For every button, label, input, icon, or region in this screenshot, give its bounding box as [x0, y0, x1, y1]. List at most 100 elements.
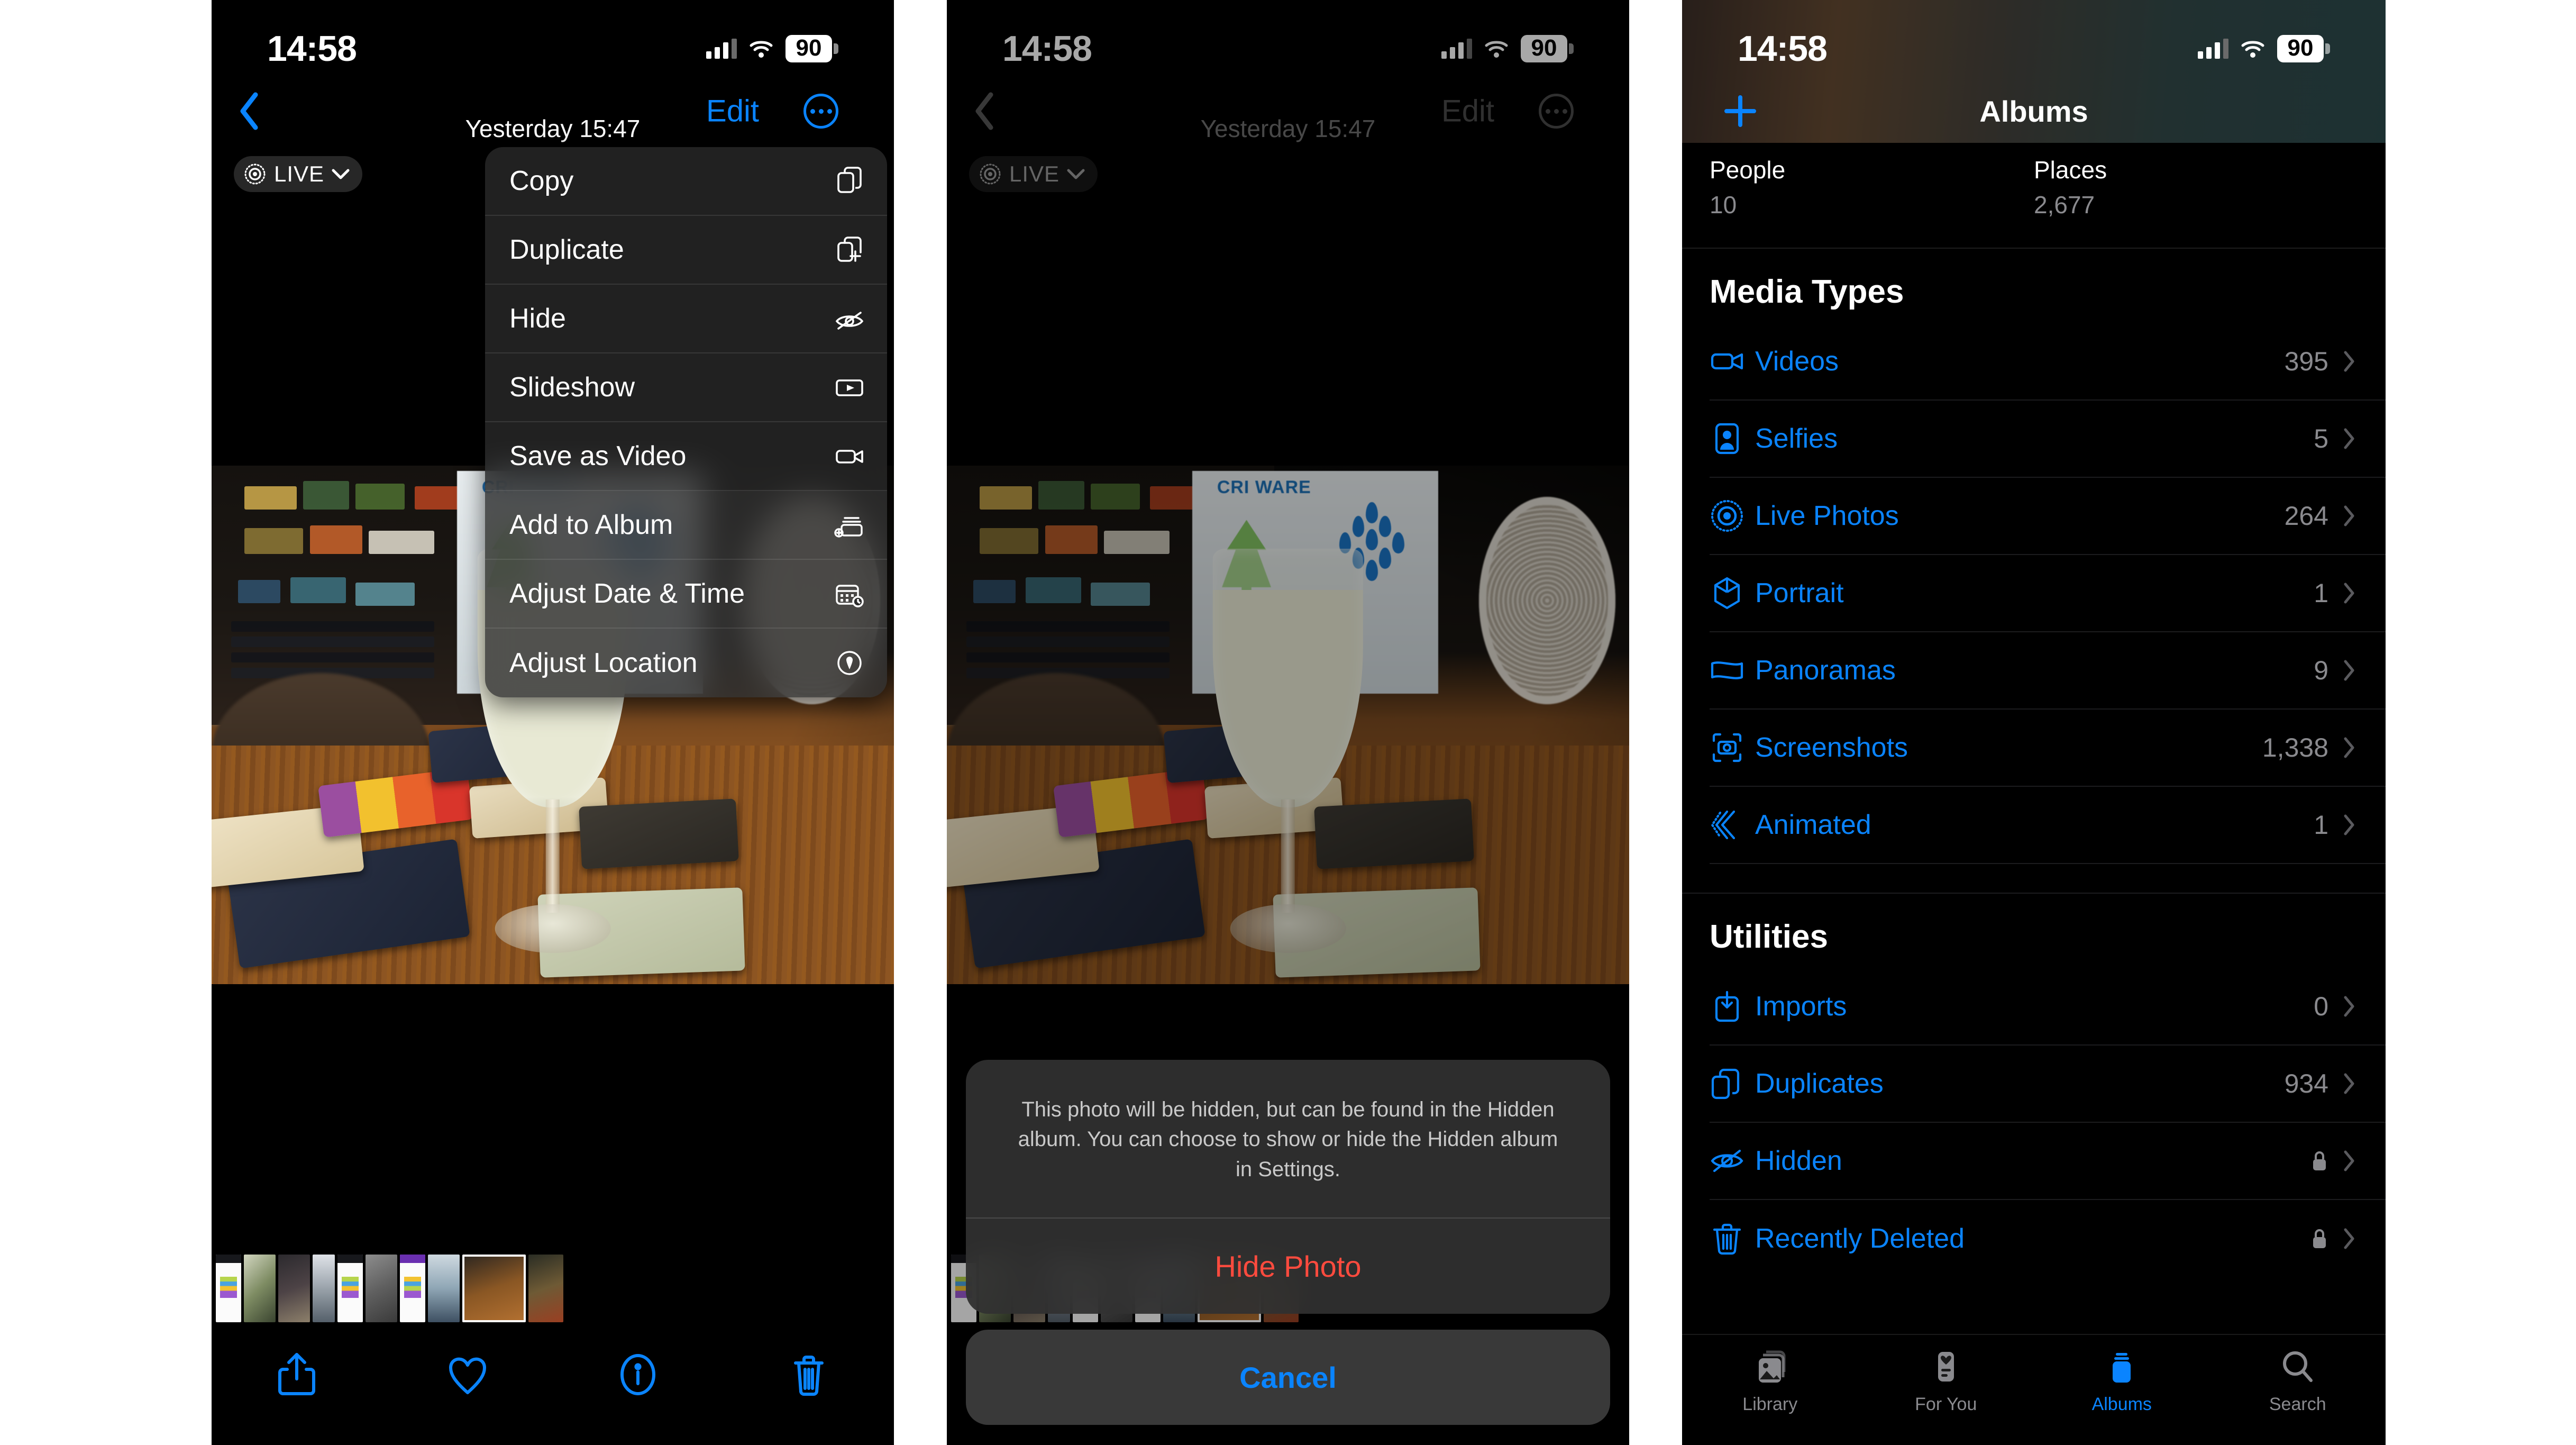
battery-level: 90: [2277, 34, 2324, 63]
phone-panel-photo-context-menu: CRI WARE: [212, 0, 894, 1445]
for-you-icon: [1926, 1348, 1966, 1387]
album-label: Videos: [1755, 346, 1839, 377]
delete-button[interactable]: [780, 1346, 838, 1404]
album-row-portrait[interactable]: Portrait 1: [1710, 555, 2386, 632]
album-count: 9: [2314, 656, 2328, 685]
album-row-screenshots[interactable]: Screenshots 1,338: [1710, 710, 2386, 787]
photo-bottom-toolbar: [212, 1322, 894, 1445]
thumbnail-item[interactable]: [313, 1255, 335, 1322]
thumbnail-item[interactable]: [216, 1255, 241, 1322]
album-count: 1: [2314, 578, 2328, 608]
album-count: 395: [2284, 347, 2328, 376]
context-menu-item-copy[interactable]: Copy: [485, 147, 887, 216]
tab-for-you[interactable]: For You: [1858, 1348, 2034, 1415]
status-bar: 14:58 90: [212, 0, 894, 79]
favorite-button[interactable]: [439, 1346, 497, 1404]
chevron-right-icon: [2342, 813, 2358, 837]
album-row-hidden[interactable]: Hidden: [1710, 1123, 2386, 1200]
context-menu-label: Adjust Location: [509, 648, 698, 678]
eye-slash-icon: [1710, 1143, 1755, 1178]
context-menu-item-add-to-album[interactable]: Add to Album: [485, 491, 887, 560]
chevron-right-icon: [2342, 427, 2358, 450]
album-count: 264: [2284, 501, 2328, 531]
hide-photo-action-sheet: This photo will be hidden, but can be fo…: [966, 1059, 1610, 1314]
album-label: Selfies: [1755, 423, 1838, 454]
places-tile[interactable]: Places 2,677: [2034, 156, 2358, 248]
album-row-recently-deleted[interactable]: Recently Deleted: [1710, 1200, 2386, 1277]
thumbnail-item[interactable]: [278, 1255, 310, 1322]
thumbnail-item[interactable]: [400, 1255, 425, 1322]
tab-library[interactable]: Library: [1682, 1348, 1858, 1415]
info-button[interactable]: [609, 1346, 667, 1404]
photo-thumbnail-strip[interactable]: [212, 1255, 894, 1322]
more-options-button[interactable]: [803, 94, 838, 129]
status-time: 14:58: [267, 29, 357, 69]
album-label: Screenshots: [1755, 732, 1908, 763]
action-sheet-message: This photo will be hidden, but can be fo…: [966, 1060, 1610, 1219]
album-label: Live Photos: [1755, 501, 1899, 531]
places-label: Places: [2034, 156, 2107, 184]
chevron-right-icon: [2342, 504, 2358, 528]
album-row-live-photos[interactable]: Live Photos 264: [1710, 478, 2386, 555]
context-menu-item-slideshow[interactable]: Slideshow: [485, 353, 887, 422]
chevron-right-icon: [2342, 736, 2358, 759]
tab-search[interactable]: Search: [2210, 1348, 2386, 1415]
album-row-imports[interactable]: Imports 0: [1710, 968, 2386, 1046]
context-menu-item-adjust-location[interactable]: Adjust Location: [485, 629, 887, 697]
import-icon: [1710, 989, 1755, 1024]
add-to-album-icon: [833, 508, 866, 541]
copy-icon: [833, 165, 866, 197]
hide-photo-button[interactable]: Hide Photo: [966, 1219, 1610, 1314]
video-camera-icon: [1710, 344, 1755, 379]
screenshot-icon: [1710, 730, 1755, 765]
album-row-animated[interactable]: Animated 1: [1710, 787, 2386, 864]
context-menu-item-duplicate[interactable]: Duplicate: [485, 216, 887, 285]
page-title: Albums: [1979, 95, 2088, 128]
photo-context-menu[interactable]: Copy Duplicate Hide Slideshow Save as Vi…: [485, 147, 887, 697]
video-camera-icon: [833, 440, 866, 472]
selfie-person-icon: [1710, 421, 1755, 456]
tab-label: For You: [1915, 1394, 1977, 1414]
status-indicators: 90: [2198, 34, 2330, 63]
screenshot-root: CRI WARE: [0, 0, 2576, 1445]
thumbnail-item-selected[interactable]: [462, 1255, 526, 1322]
lock-icon: [2310, 1228, 2328, 1250]
album-count: 0: [2314, 992, 2328, 1021]
thumbnail-item[interactable]: [244, 1255, 276, 1322]
albums-scroll-area[interactable]: People 10 Places 2,677 Media Types Video…: [1682, 143, 2386, 1334]
people-count: 10: [1710, 191, 1737, 219]
status-bar: 14:58 90: [1682, 0, 2386, 79]
album-count: 1,338: [2262, 733, 2328, 762]
context-menu-item-hide[interactable]: Hide: [485, 285, 887, 353]
battery-level: 90: [785, 34, 832, 63]
share-button[interactable]: [268, 1346, 326, 1404]
thumbnail-item[interactable]: [337, 1255, 363, 1322]
live-photo-badge[interactable]: LIVE: [234, 156, 363, 192]
context-menu-label: Slideshow: [509, 372, 635, 403]
section-heading-media-types: Media Types: [1710, 274, 1904, 310]
edit-button[interactable]: Edit: [706, 94, 759, 129]
duplicate-icon: [1710, 1066, 1755, 1101]
chevron-right-icon: [2342, 350, 2358, 373]
people-label: People: [1710, 156, 1786, 184]
live-photo-icon: [1710, 498, 1755, 533]
people-tile[interactable]: People 10: [1710, 156, 2034, 248]
thumbnail-item[interactable]: [366, 1255, 397, 1322]
cancel-button[interactable]: Cancel: [966, 1330, 1610, 1425]
live-badge-label: LIVE: [274, 161, 325, 186]
album-row-duplicates[interactable]: Duplicates 934: [1710, 1046, 2386, 1123]
context-menu-item-save-as-video[interactable]: Save as Video: [485, 422, 887, 491]
album-row-selfies[interactable]: Selfies 5: [1710, 401, 2386, 478]
photo-nav-bar: Yesterday 15:47 Edit: [212, 79, 894, 143]
duplicate-icon: [833, 233, 866, 266]
thumbnail-item[interactable]: [528, 1255, 563, 1322]
battery-indicator: 90: [2277, 34, 2330, 63]
context-menu-item-adjust-date-time[interactable]: Adjust Date & Time: [485, 560, 887, 629]
album-row-panoramas[interactable]: Panoramas 9: [1710, 632, 2386, 710]
album-label: Panoramas: [1755, 655, 1896, 686]
tab-albums[interactable]: Albums: [2034, 1348, 2210, 1415]
chevron-right-icon: [2342, 995, 2358, 1018]
wifi-icon: [748, 39, 774, 59]
album-row-videos[interactable]: Videos 395: [1710, 323, 2386, 401]
thumbnail-item[interactable]: [428, 1255, 460, 1322]
